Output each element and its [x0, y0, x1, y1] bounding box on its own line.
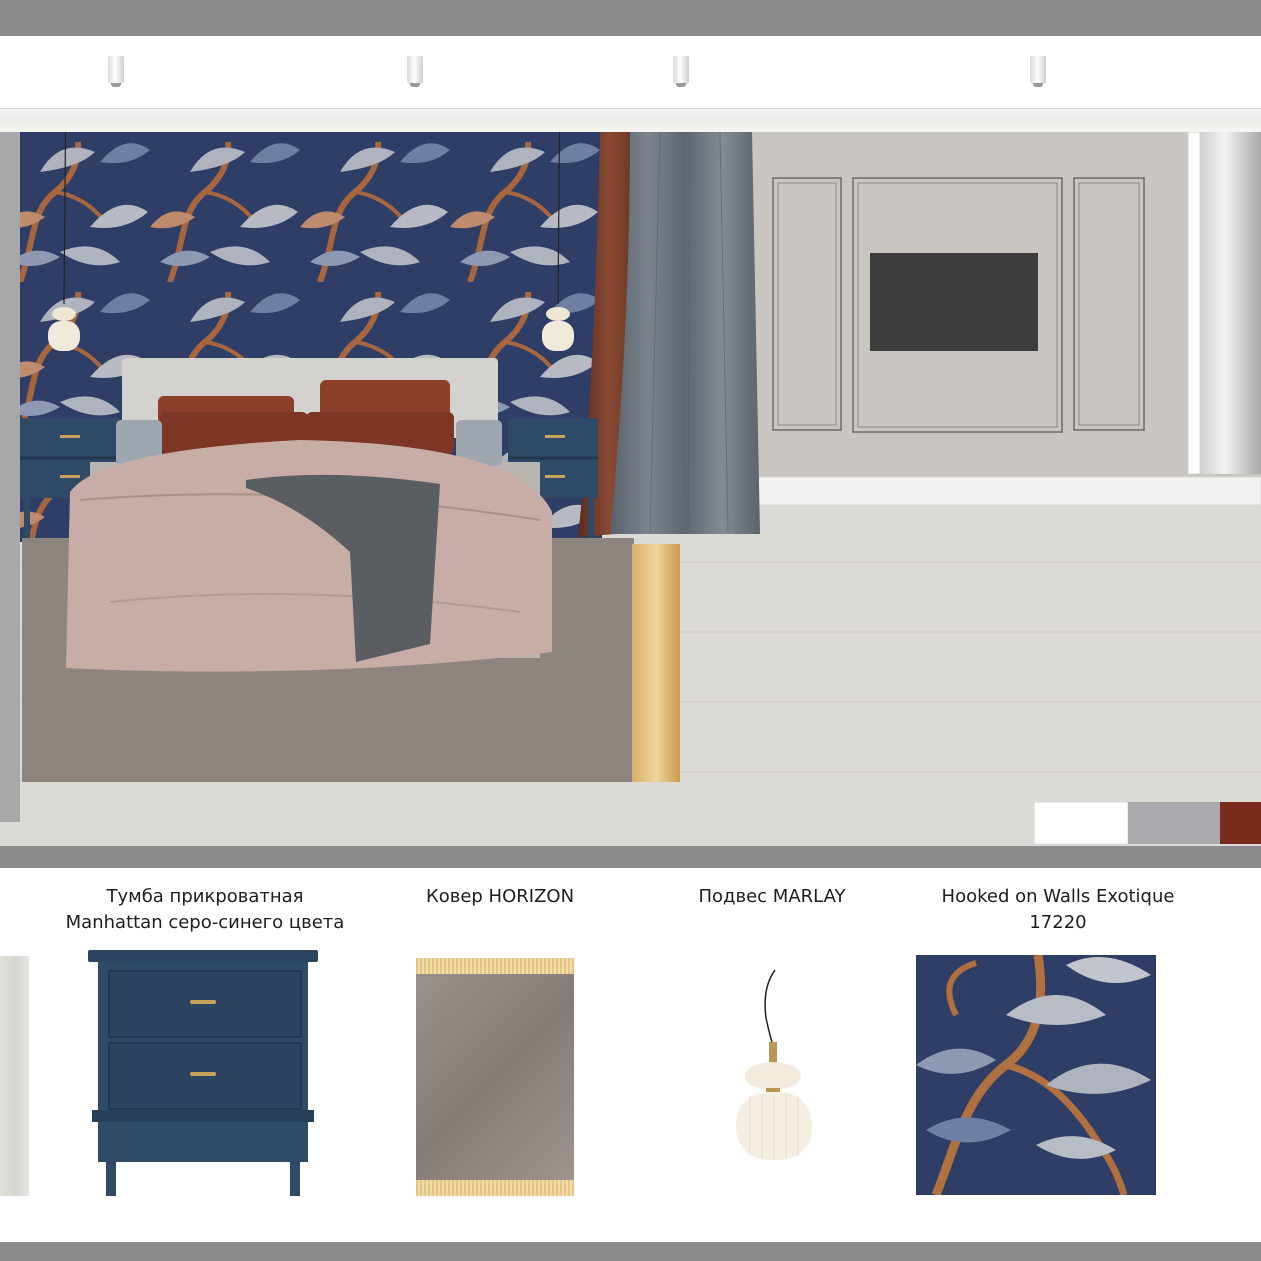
- bottom-band: [0, 1242, 1261, 1261]
- rug-fringe: [632, 544, 680, 782]
- ceiling-cornice: [0, 108, 1261, 134]
- ceiling-spotlight-icon: [407, 56, 423, 87]
- pendant-lamp-icon: [736, 969, 812, 1160]
- palette-swatch-rust: [1220, 802, 1261, 844]
- nightstand-product-image: [88, 950, 318, 1200]
- product-caption-pendant: Подвес MARLAY: [698, 886, 846, 907]
- ceiling-spotlight-icon: [1030, 56, 1046, 87]
- product-caption-nightstand: Тумба прикроватная Manhattan серо-синего…: [65, 886, 345, 933]
- rug-product-image: [416, 958, 574, 1196]
- bed: [66, 358, 552, 672]
- left-wall-edge: [0, 132, 20, 822]
- ceiling-spotlight-icon: [673, 56, 689, 87]
- tv-screen: [870, 253, 1038, 351]
- top-band: [0, 0, 1261, 36]
- curtain-gray: [610, 132, 760, 534]
- middle-band: [0, 846, 1261, 868]
- floor-sample: [0, 956, 29, 1196]
- ceiling-spotlight-icon: [108, 56, 124, 87]
- palette-swatch-white: [1033, 801, 1129, 845]
- product-caption-rug: Ковер HORIZON: [425, 886, 575, 907]
- product-caption-wallpaper: Hooked on Walls Exotique 17220: [941, 886, 1175, 933]
- wallpaper-tree-icon: [916, 955, 1156, 1195]
- bedroom-elevation: [0, 132, 1261, 846]
- palette-swatch-gray: [1128, 802, 1220, 844]
